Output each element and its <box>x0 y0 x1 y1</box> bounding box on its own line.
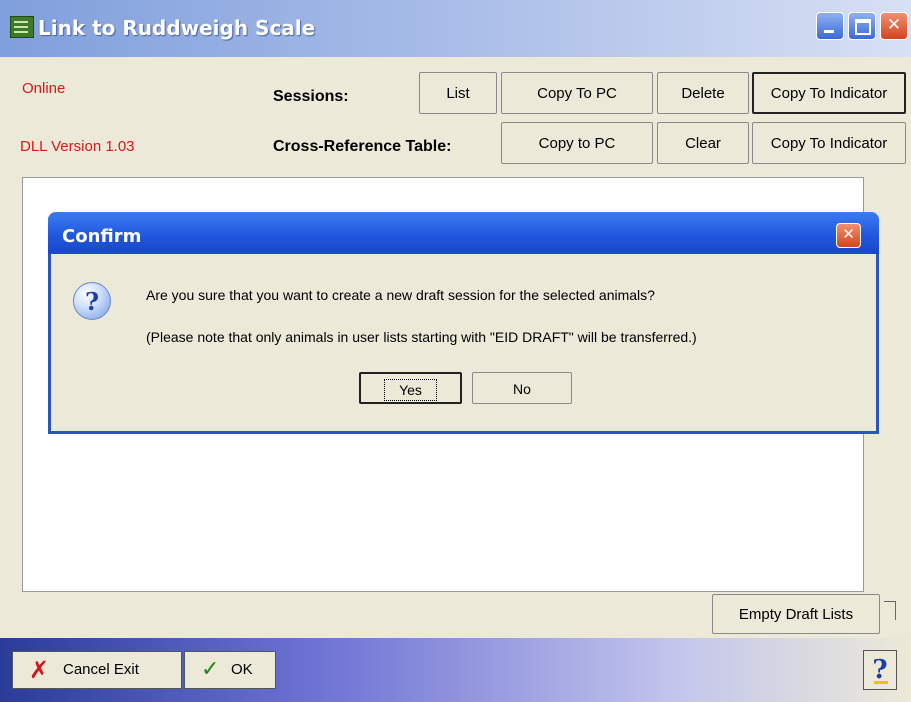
empty-draft-lists-checkbox[interactable] <box>884 601 896 620</box>
confirm-dialog: Confirm ? Are you sure that you want to … <box>48 212 879 434</box>
xref-clear-button[interactable]: Clear <box>657 122 749 164</box>
xref-copy-to-pc-button[interactable]: Copy to PC <box>501 122 653 164</box>
title-bar[interactable]: Link to Ruddweigh Scale <box>0 0 911 57</box>
cancel-x-icon: ✗ <box>29 656 50 684</box>
dll-version: DLL Version 1.03 <box>20 138 135 155</box>
help-button[interactable]: ? <box>863 650 897 690</box>
dialog-message: Are you sure that you want to create a n… <box>146 287 655 303</box>
ok-label: OK <box>231 661 253 678</box>
window-title: Link to Ruddweigh Scale <box>38 16 316 40</box>
dialog-note: (Please note that only animals in user l… <box>146 329 697 345</box>
dialog-title: Confirm <box>62 226 142 247</box>
close-window-button[interactable] <box>880 12 908 40</box>
xref-copy-to-indicator-button[interactable]: Copy To Indicator <box>752 122 906 164</box>
sessions-delete-button[interactable]: Delete <box>657 72 749 114</box>
sessions-copy-to-pc-button[interactable]: Copy To PC <box>501 72 653 114</box>
ok-check-icon: ✓ <box>201 657 220 682</box>
ok-button[interactable]: ✓ OK <box>184 651 276 689</box>
dialog-close-button[interactable] <box>836 223 861 248</box>
cross-reference-label: Cross-Reference Table: <box>273 138 452 155</box>
main-window: Link to Ruddweigh Scale Online DLL Versi… <box>0 0 911 702</box>
footer-bar: ✗ Cancel Exit ✓ OK ? <box>0 638 911 702</box>
sessions-label: Sessions: <box>273 88 349 105</box>
app-icon <box>10 16 34 38</box>
cancel-exit-label: Cancel Exit <box>63 661 139 678</box>
maximize-button[interactable] <box>848 12 876 40</box>
sessions-copy-to-indicator-button[interactable]: Copy To Indicator <box>752 72 906 114</box>
cancel-exit-button[interactable]: ✗ Cancel Exit <box>12 651 182 689</box>
help-icon: ? <box>872 655 888 685</box>
dialog-title-bar[interactable]: Confirm <box>48 212 879 254</box>
connection-status: Online <box>22 80 66 97</box>
no-button[interactable]: No <box>472 372 572 404</box>
sessions-list-button[interactable]: List <box>419 72 497 114</box>
minimize-button[interactable] <box>816 12 844 40</box>
question-icon: ? <box>73 282 111 320</box>
empty-draft-lists-button[interactable]: Empty Draft Lists <box>712 594 880 634</box>
yes-label: Yes <box>384 379 437 401</box>
yes-button[interactable]: Yes <box>359 372 462 404</box>
